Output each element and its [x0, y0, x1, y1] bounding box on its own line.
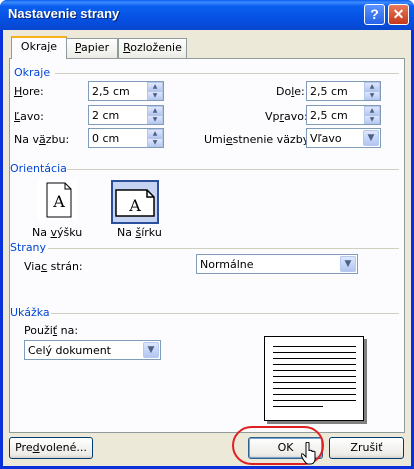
preview-line [273, 388, 356, 389]
gutter-spinner[interactable]: 0 cm ▲ ▼ [88, 128, 164, 148]
mouse-cursor-icon [301, 442, 316, 465]
left-margin-spinner[interactable]: 2 cm ▲ ▼ [88, 105, 164, 125]
spin-up-icon[interactable]: ▲ [147, 106, 163, 115]
dropdown-arrow-icon[interactable]: ▼ [340, 256, 356, 272]
preview-line [273, 406, 323, 407]
right-margin-label: Vpravo: [265, 110, 308, 123]
spin-up-icon[interactable]: ▲ [147, 82, 163, 91]
spin-up-icon[interactable]: ▲ [147, 129, 163, 138]
cancel-button[interactable]: Zrušiť [329, 437, 404, 459]
apply-to-value: Celý dokument [28, 344, 111, 357]
landscape-option[interactable]: A [111, 180, 159, 224]
portrait-label: Na výšku [32, 226, 83, 239]
page-preview [264, 336, 364, 421]
spin-up-icon[interactable]: ▲ [364, 106, 380, 115]
close-icon[interactable]: ✕ [388, 4, 409, 25]
divider [48, 248, 399, 249]
section-orientation-label: Orientácia [10, 162, 67, 175]
tab-margins[interactable]: Okraje [11, 36, 67, 59]
top-margin-label: Hore: [14, 85, 44, 98]
gutter-position-label: Umiestnenie väzby: [204, 133, 313, 146]
help-icon[interactable]: ? [364, 4, 385, 25]
page-setup-dialog: Nastavenie strany ? ✕ Okraje Papier Rozl… [0, 0, 414, 469]
preview-line [273, 376, 356, 377]
preview-line [273, 346, 356, 347]
section-pages-label: Strany [10, 241, 47, 254]
divider [55, 73, 399, 74]
right-margin-spinner[interactable]: 2,5 cm ▲ ▼ [306, 105, 381, 125]
spin-down-icon[interactable]: ▼ [147, 91, 163, 100]
apply-to-select[interactable]: Celý dokument ▼ [24, 340, 161, 360]
preview-line [273, 382, 356, 383]
bottom-margin-spinner[interactable]: 2,5 cm ▲ ▼ [306, 81, 381, 101]
preview-line [273, 394, 356, 395]
multiple-pages-select[interactable]: Normálne ▼ [196, 254, 358, 274]
tab-layout[interactable]: Rozloženie [118, 38, 187, 58]
preview-line [273, 400, 356, 401]
svg-text:A: A [128, 196, 141, 215]
divider [67, 169, 399, 170]
bottom-margin-label: Dole: [276, 85, 305, 98]
svg-text:A: A [52, 192, 65, 211]
landscape-label: Na šírku [117, 226, 162, 239]
gutter-label: Na väzbu: [14, 133, 70, 146]
portrait-icon: A [46, 182, 72, 218]
title-bar: Nastavenie strany ? ✕ [0, 0, 414, 30]
top-margin-spinner[interactable]: 2,5 cm ▲ ▼ [88, 81, 164, 101]
top-margin-value: 2,5 cm [92, 85, 130, 98]
default-button[interactable]: Predvolené... [9, 437, 93, 459]
spin-down-icon[interactable]: ▼ [364, 91, 380, 100]
divider [51, 313, 399, 314]
section-margins-label: Okraje [14, 66, 51, 79]
preview-line [273, 358, 356, 359]
spin-up-icon[interactable]: ▲ [364, 82, 380, 91]
dialog-body: Okraje Papier Rozloženie Okraje Hore: 2,… [3, 30, 411, 466]
gutter-position-select[interactable]: Vľavo ▼ [306, 128, 381, 148]
dropdown-arrow-icon[interactable]: ▼ [143, 342, 159, 358]
dialog-title: Nastavenie strany [8, 6, 120, 21]
tab-paper[interactable]: Papier [66, 38, 118, 58]
gutter-position-value: Vľavo [310, 132, 342, 145]
apply-to-label: Použiť na: [24, 324, 79, 337]
preview-line [273, 364, 356, 365]
left-margin-value: 2 cm [92, 109, 120, 122]
section-preview-label: Ukážka [10, 306, 50, 319]
landscape-icon: A [115, 189, 155, 217]
gutter-value: 0 cm [92, 132, 120, 145]
preview-line [273, 352, 356, 353]
portrait-option[interactable]: A [38, 180, 78, 220]
preview-line [273, 370, 356, 371]
dropdown-arrow-icon[interactable]: ▼ [363, 130, 379, 146]
bottom-margin-value: 2,5 cm [310, 85, 348, 98]
spin-down-icon[interactable]: ▼ [364, 115, 380, 124]
spin-down-icon[interactable]: ▼ [147, 138, 163, 147]
spin-down-icon[interactable]: ▼ [147, 115, 163, 124]
right-margin-value: 2,5 cm [310, 109, 348, 122]
left-margin-label: Ľavo: [14, 110, 44, 123]
multiple-pages-value: Normálne [200, 258, 254, 271]
multiple-pages-label: Viac strán: [24, 260, 83, 273]
